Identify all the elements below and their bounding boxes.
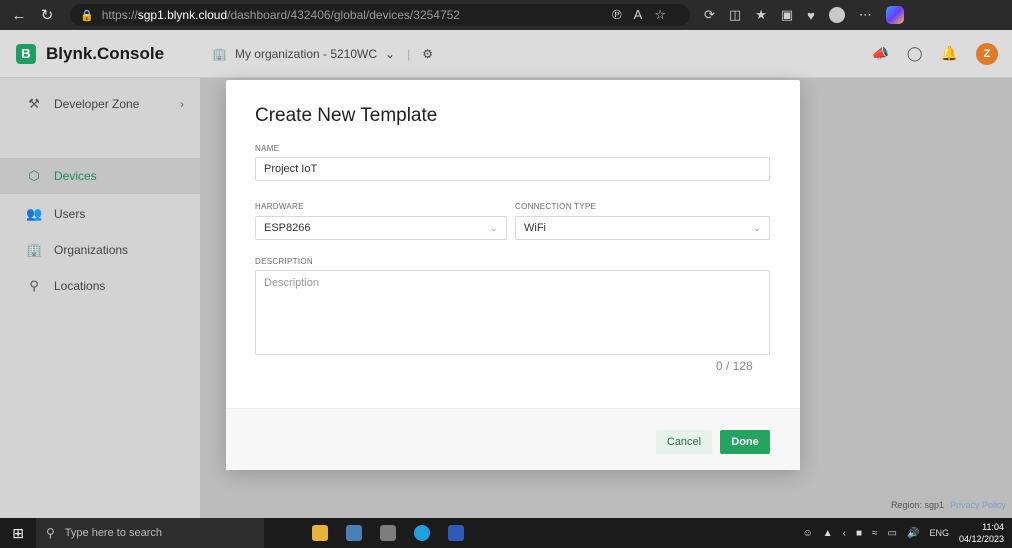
windows-start-icon[interactable]: ⊞	[0, 518, 36, 548]
windows-taskbar: ⊞ ⚲ Type here to search ☺ ▲ ‹ ■ ≈ ▭ 🔊 EN…	[0, 518, 1012, 548]
chevron-right-icon: ›	[180, 97, 184, 111]
region-footer: Region: sgp1 Privacy Policy	[891, 500, 1006, 510]
hardware-value: ESP8266	[264, 222, 311, 234]
connection-type-value: WiFi	[524, 222, 546, 234]
extensions-icon[interactable]: ⟳	[704, 7, 715, 23]
language-indicator[interactable]: ENG	[929, 528, 949, 538]
chevron-down-icon: ⌄	[752, 222, 761, 234]
lock-icon: 🔒	[80, 9, 94, 22]
brand-name: Blynk.Console	[46, 43, 165, 63]
battery-icon[interactable]: ▭	[888, 528, 897, 539]
sidebar-item-label: Organizations	[54, 243, 129, 257]
connection-type-select[interactable]: WiFi ⌄	[515, 216, 770, 240]
taskbar-search-input[interactable]: ⚲ Type here to search	[36, 518, 264, 548]
health-icon[interactable]: ♥	[807, 8, 815, 23]
sidebar-item-label: Users	[54, 207, 86, 221]
chevron-down-icon: ⌄	[385, 46, 396, 61]
connection-type-label: CONNECTION TYPE	[515, 202, 597, 211]
chevron-down-icon: ⌄	[489, 222, 498, 234]
search-placeholder: Type here to search	[64, 527, 163, 539]
wifi-icon[interactable]: ≈	[872, 528, 878, 539]
cube-icon: ⬡	[28, 168, 40, 183]
tools-icon: ⚒	[28, 96, 40, 111]
description-field[interactable]: Description	[255, 270, 770, 355]
refresh-icon[interactable]: ↻	[36, 4, 58, 26]
divider: |	[407, 46, 411, 61]
sidebar-item-users[interactable]: 👥 Users	[0, 196, 200, 232]
region-label: Region: sgp1	[890, 500, 944, 510]
hardware-label: HARDWARE	[255, 202, 304, 211]
app-icon[interactable]	[380, 525, 396, 541]
favorites-icon[interactable]: ★	[755, 7, 767, 23]
clock[interactable]: 11:04 04/12/2023	[959, 521, 1004, 545]
browser-toolbar: ← ↻ 🔒 https://sgp1.blynk.cloud/dashboard…	[0, 0, 1012, 30]
url-host: sgp1.blynk.cloud	[137, 8, 228, 22]
privacy-policy-link[interactable]: Privacy Policy	[950, 500, 1006, 510]
url-path: /dashboard/432406/global/devices/3254752	[227, 8, 460, 22]
url-prefix: https://	[101, 8, 138, 22]
sidebar-item-developer-zone[interactable]: ⚒ Developer Zone ›	[0, 86, 200, 122]
sidebar: ⚒ Developer Zone › ⬡ Devices 👥 Users 🏢 O…	[0, 78, 200, 518]
modal-footer: Cancel Done	[226, 408, 800, 470]
edge-browser-icon[interactable]	[414, 525, 430, 541]
clock-time: 11:04	[982, 522, 1004, 532]
address-bar[interactable]: 🔒 https://sgp1.blynk.cloud/dashboard/432…	[70, 4, 690, 26]
collections-icon[interactable]: ▣	[781, 7, 793, 23]
copilot-icon[interactable]	[885, 6, 904, 24]
announcements-icon[interactable]: 📣	[871, 45, 888, 62]
description-char-counter: 0 / 128	[716, 359, 753, 373]
help-icon[interactable]: ◯	[907, 45, 923, 62]
settings-gear-icon[interactable]: ⚙	[422, 47, 433, 61]
notifications-bell-icon[interactable]: 🔔	[941, 45, 958, 62]
create-template-modal: Create New Template NAME Project IoT HAR…	[226, 80, 800, 470]
app-icon[interactable]	[346, 525, 362, 541]
location-pin-icon: ⚲	[29, 278, 39, 293]
favorite-star-icon[interactable]: ☆	[654, 7, 666, 23]
sidebar-item-organizations[interactable]: 🏢 Organizations	[0, 232, 200, 268]
sidebar-item-devices[interactable]: ⬡ Devices	[0, 158, 200, 194]
modal-title: Create New Template	[255, 105, 438, 126]
done-button[interactable]: Done	[720, 430, 770, 454]
sidebar-item-label: Developer Zone	[54, 97, 140, 111]
split-screen-icon[interactable]: ◫	[729, 7, 741, 23]
sidebar-item-label: Devices	[54, 169, 97, 183]
brand[interactable]: B Blynk.Console	[0, 30, 200, 78]
drive-icon[interactable]: ▲	[823, 528, 833, 539]
organization-selector[interactable]: 🏢 My organization - 5210WC ⌄ | ⚙	[212, 47, 433, 61]
sidebar-item-label: Locations	[54, 279, 106, 293]
avatar[interactable]: Z	[976, 42, 998, 65]
building-icon: 🏢	[212, 46, 227, 61]
hardware-select[interactable]: ESP8266 ⌄	[255, 216, 507, 240]
word-icon[interactable]	[448, 525, 464, 541]
clock-date: 04/12/2023	[958, 534, 1004, 544]
people-icon[interactable]: ☺	[803, 528, 813, 539]
read-aloud-icon[interactable]: A	[634, 7, 643, 23]
chevron-left-icon[interactable]: ‹	[843, 528, 846, 539]
sidebar-item-locations[interactable]: ⚲ Locations	[0, 268, 200, 304]
brand-logo: B	[16, 43, 36, 64]
description-label: DESCRIPTION	[255, 257, 313, 266]
app-header: B Blynk.Console 🏢 My organization - 5210…	[0, 30, 1012, 78]
name-field[interactable]: Project IoT	[255, 157, 770, 181]
back-icon[interactable]: ←	[8, 4, 30, 26]
cancel-button[interactable]: Cancel	[656, 430, 712, 454]
volume-icon[interactable]: 🔊	[907, 528, 919, 539]
profile-icon[interactable]	[828, 7, 845, 23]
file-explorer-icon[interactable]	[312, 525, 328, 541]
search-icon: ⚲	[46, 526, 55, 540]
building-icon: 🏢	[26, 242, 43, 257]
more-icon[interactable]: ⋯	[859, 7, 872, 23]
users-icon: 👥	[26, 206, 43, 221]
organization-name: My organization - 5210WC	[234, 46, 378, 61]
key-icon[interactable]: ℗	[612, 7, 622, 23]
name-label: NAME	[255, 144, 280, 153]
app-tray-icon[interactable]: ■	[856, 528, 862, 539]
